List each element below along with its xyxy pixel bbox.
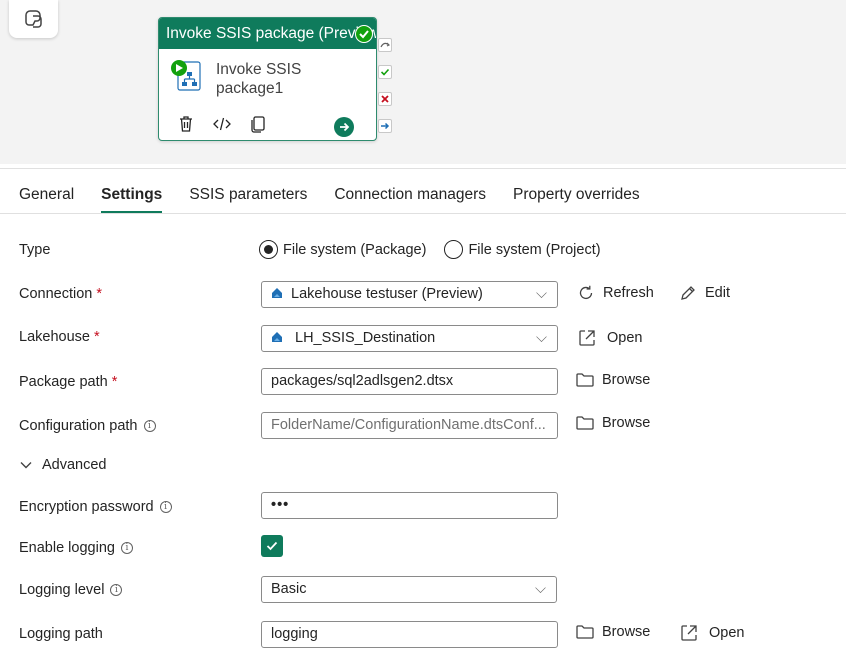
- radio-label: File system (Package): [283, 241, 427, 258]
- browse-label: Browse: [602, 372, 651, 388]
- edit-button[interactable]: Edit: [679, 284, 730, 302]
- connection-dropdown[interactable]: Lakehouse testuser (Preview) ⌵: [261, 281, 558, 308]
- edit-label: Edit: [705, 285, 730, 301]
- refresh-icon: [579, 285, 593, 300]
- logging-level-value: Basic: [271, 581, 307, 597]
- logging-level-label: Logging level i: [19, 582, 123, 598]
- pipeline-canvas[interactable]: Invoke SSIS package (Preview) Invoke SSI…: [0, 0, 846, 164]
- radio-file-system-package[interactable]: File system (Package): [259, 240, 426, 259]
- logging-path-label: Logging path: [19, 626, 103, 642]
- type-label: Type: [19, 242, 51, 258]
- folder-icon: [576, 625, 594, 639]
- settings-tabs: General Settings SSIS parameters Connect…: [19, 178, 667, 214]
- logging-path-browse-button[interactable]: Browse: [576, 624, 650, 640]
- package-path-input[interactable]: packages/sql2adlsgen2.dtsx: [261, 368, 558, 395]
- tab-settings[interactable]: Settings: [101, 178, 163, 213]
- type-radio-group: File system (Package) File system (Proje…: [259, 240, 601, 259]
- connection-value: Lakehouse testuser (Preview): [291, 286, 483, 302]
- on-completion-port-icon[interactable]: [378, 119, 392, 133]
- on-fail-port-icon[interactable]: [378, 92, 392, 106]
- info-icon[interactable]: i: [143, 420, 156, 432]
- chevron-down-icon: ⌵: [535, 581, 546, 597]
- enable-logging-checkbox[interactable]: [261, 535, 283, 557]
- advanced-label: Advanced: [42, 457, 107, 473]
- connection-label: Connection *: [19, 286, 103, 302]
- info-icon[interactable]: i: [120, 542, 133, 554]
- tab-property-overrides[interactable]: Property overrides: [513, 178, 640, 213]
- copy-icon[interactable]: [249, 115, 267, 133]
- on-skip-port-icon[interactable]: [378, 38, 392, 52]
- open-external-icon: [579, 330, 595, 346]
- configuration-path-browse-button[interactable]: Browse: [576, 415, 650, 431]
- panel-divider: [0, 168, 846, 169]
- radio-label: File system (Project): [468, 241, 601, 258]
- advanced-toggle[interactable]: Advanced: [19, 457, 107, 473]
- activity-name: Invoke SSIS package1: [216, 61, 302, 97]
- folder-icon: [576, 416, 594, 430]
- chevron-down-icon: ⌵: [536, 286, 547, 302]
- success-check-icon: [355, 25, 373, 43]
- delete-icon[interactable]: [177, 115, 195, 133]
- enable-logging-label: Enable logging i: [19, 540, 133, 556]
- open-label: Open: [607, 330, 643, 346]
- encryption-password-input[interactable]: •••: [261, 492, 558, 519]
- edit-icon: [681, 286, 695, 300]
- open-label: Open: [709, 625, 745, 641]
- tab-general[interactable]: General: [19, 178, 74, 213]
- lakehouse-label: Lakehouse *: [19, 329, 100, 345]
- activity-header: Invoke SSIS package (Preview): [159, 18, 376, 49]
- configuration-path-label: Configuration path i: [19, 418, 156, 434]
- refresh-button[interactable]: Refresh: [577, 284, 654, 302]
- chevron-down-icon: ⌵: [536, 330, 547, 346]
- logging-level-dropdown[interactable]: Basic ⌵: [261, 576, 557, 603]
- lakehouse-icon: [272, 288, 282, 298]
- lakehouse-open-button[interactable]: Open: [577, 328, 642, 348]
- refresh-label: Refresh: [603, 285, 654, 301]
- info-icon[interactable]: i: [159, 501, 172, 513]
- copilot-icon: [24, 10, 42, 28]
- radio-file-system-project[interactable]: File system (Project): [444, 240, 601, 259]
- info-icon[interactable]: i: [110, 584, 123, 596]
- chevron-down-icon: [20, 462, 32, 469]
- checkmark-icon: [266, 541, 278, 551]
- logging-path-open-button[interactable]: Open: [679, 623, 744, 643]
- code-icon[interactable]: [213, 115, 231, 133]
- run-arrow-icon[interactable]: [334, 117, 354, 137]
- lakehouse-icon: [272, 332, 282, 342]
- on-success-port-icon[interactable]: [378, 65, 392, 79]
- encryption-password-label: Encryption password i: [19, 499, 172, 515]
- browse-label: Browse: [602, 624, 651, 640]
- ssis-package-icon: [170, 58, 206, 97]
- lakehouse-value: LH_SSIS_Destination: [295, 330, 436, 346]
- configuration-path-input[interactable]: FolderName/ConfigurationName.dtsConf...: [261, 412, 558, 439]
- lakehouse-dropdown[interactable]: LH_SSIS_Destination ⌵: [261, 325, 558, 352]
- radio-selected-indicator: [259, 240, 278, 259]
- invoke-ssis-activity[interactable]: Invoke SSIS package (Preview) Invoke SSI…: [158, 17, 377, 141]
- tab-connection-managers[interactable]: Connection managers: [334, 178, 486, 213]
- package-path-browse-button[interactable]: Browse: [576, 372, 650, 388]
- folder-icon: [576, 373, 594, 387]
- tab-ssis-parameters[interactable]: SSIS parameters: [189, 178, 307, 213]
- browse-label: Browse: [602, 415, 651, 431]
- radio-indicator: [444, 240, 464, 259]
- copilot-button[interactable]: [9, 0, 58, 38]
- tabs-border: [0, 213, 846, 214]
- package-path-label: Package path *: [19, 374, 118, 390]
- logging-path-input[interactable]: logging: [261, 621, 558, 648]
- activity-type-label: Invoke SSIS package (Preview): [166, 25, 376, 42]
- open-external-icon: [681, 625, 697, 641]
